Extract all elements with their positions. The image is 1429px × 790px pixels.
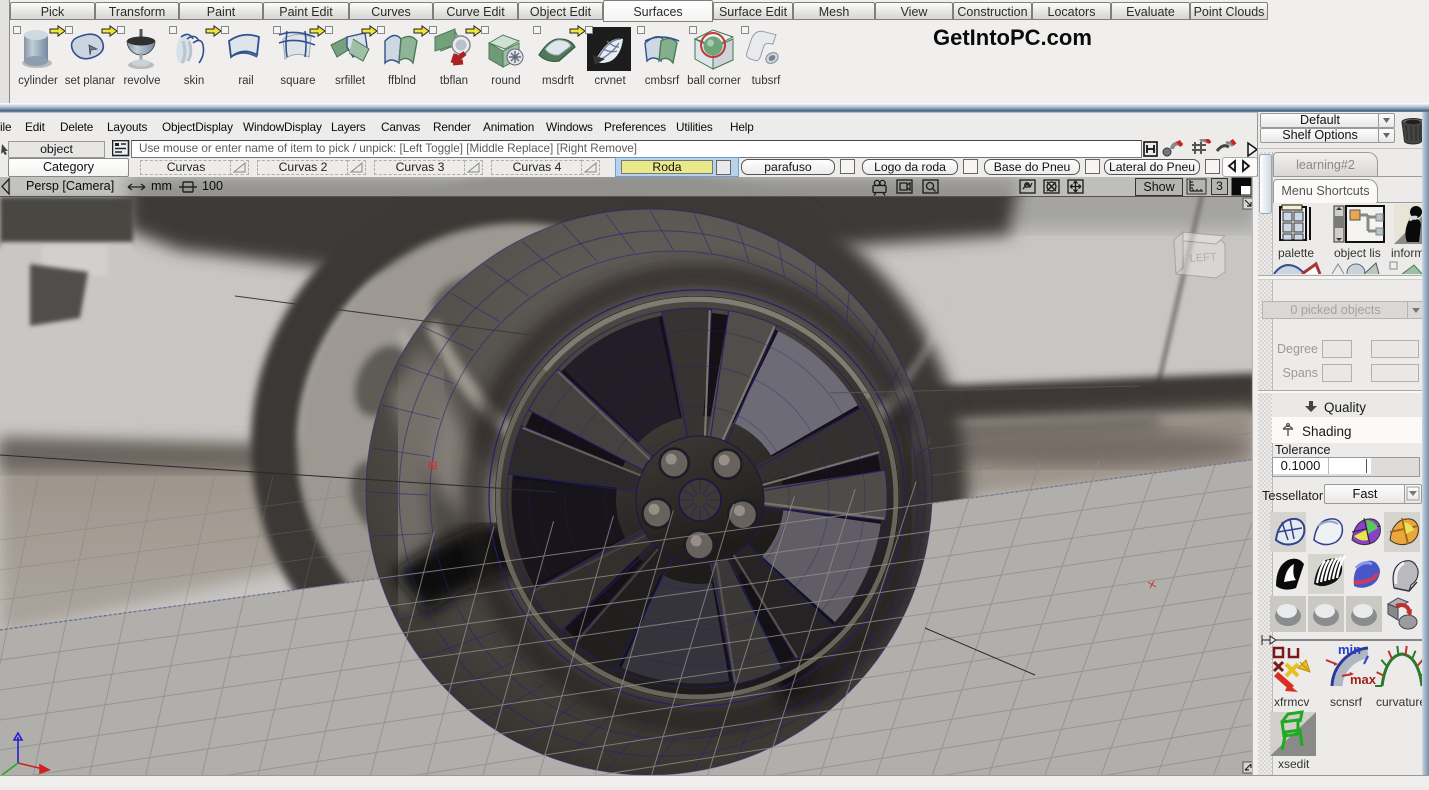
- svg-text:curvature: curvature: [1376, 695, 1426, 709]
- svg-text:max: max: [1350, 672, 1377, 687]
- svg-text:LEFT: LEFT: [1189, 251, 1217, 265]
- svg-text:min: min: [1338, 642, 1361, 657]
- svg-text:xsedit: xsedit: [1278, 757, 1310, 771]
- svg-text:scnsrf: scnsrf: [1330, 695, 1363, 709]
- svg-text:xfrmcv: xfrmcv: [1274, 695, 1309, 709]
